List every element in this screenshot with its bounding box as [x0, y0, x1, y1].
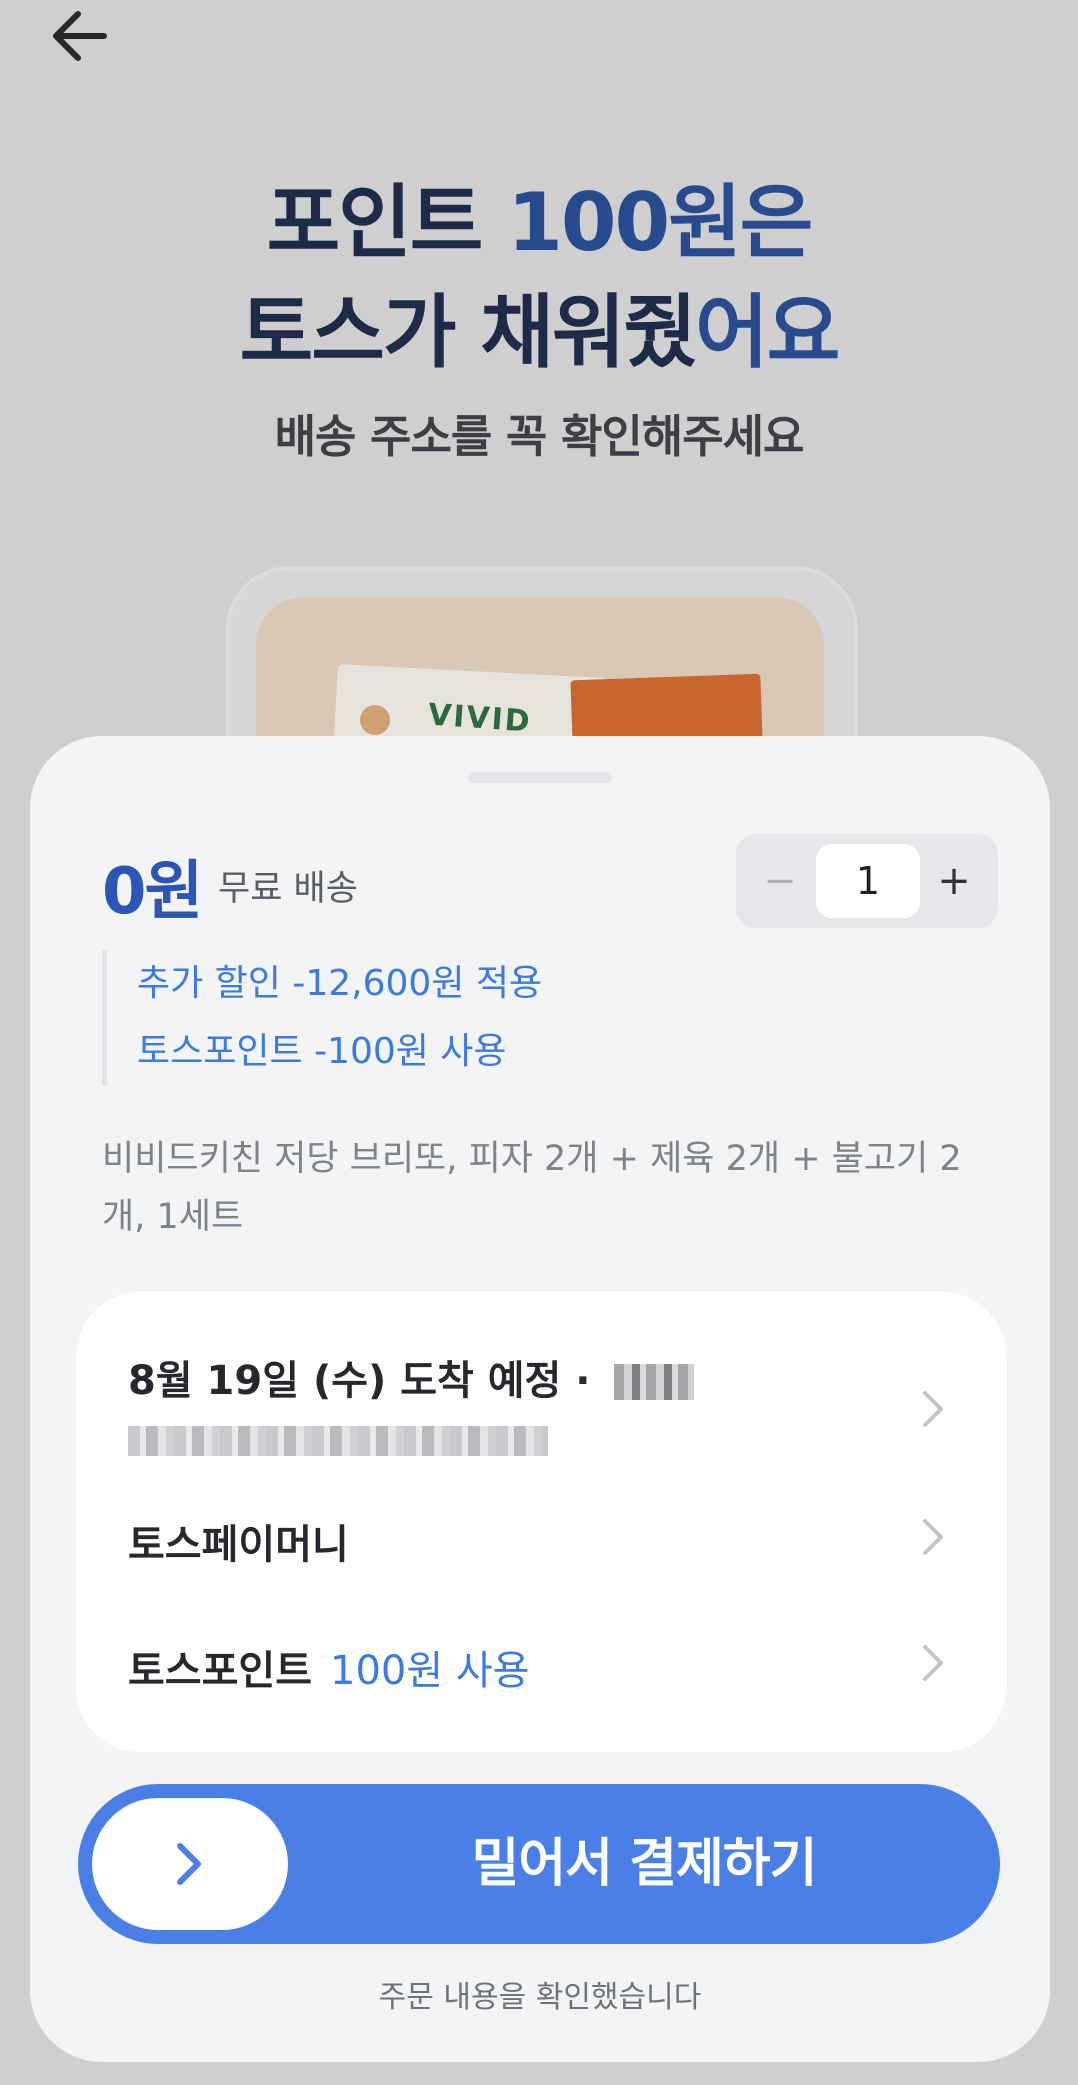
increase-quantity-button[interactable]: + — [914, 834, 994, 928]
quantity-stepper: − 1 + — [736, 834, 998, 928]
page-subtitle: 배송 주소를 꼭 확인해주세요 — [274, 410, 805, 463]
brand-logo-icon — [360, 705, 390, 735]
recipient-name-redacted — [614, 1364, 695, 1400]
discount-list: 추가 할인 -12,600원 적용 토스포인트 -100원 사용 — [102, 950, 542, 1086]
sheet-grabber-handle[interactable] — [468, 772, 612, 783]
decrease-quantity-button[interactable]: − — [740, 834, 820, 928]
shipping-label: 무료 배송 — [218, 869, 358, 909]
payment-method-row[interactable]: 토스페이머니 — [128, 1512, 966, 1570]
product-title: 비비드키친 저당 브리또, 피자 2개 + 제육 2개 + 불고기 2개, 1세… — [102, 1139, 962, 1237]
headline-line-2: 토스가 채워줬어요 — [239, 286, 841, 379]
points-row[interactable]: 토스포인트 100원 사용 — [128, 1638, 966, 1696]
checkout-bottom-sheet: 0원 무료 배송 − 1 + 추가 할인 -12,600원 적용 토스포인트 -… — [30, 736, 1050, 2062]
chevron-right-icon — [177, 1843, 201, 1885]
discount-item-points: 토스포인트 -100원 사용 — [102, 1018, 542, 1086]
page-title: 포인트 100원은 토스가 채워줬어요 — [0, 168, 1078, 388]
swipe-to-pay-slider[interactable]: 밀어서 결제하기 — [78, 1784, 1000, 1944]
points-value: 100원 사용 — [330, 1648, 530, 1694]
swipe-handle[interactable] — [92, 1798, 288, 1930]
order-confirm-note: 주문 내용을 확인했습니다 — [378, 1980, 702, 2015]
quantity-value: 1 — [816, 844, 920, 918]
delivery-date-label: 8월 19일 (수) 도착 예정 · — [128, 1358, 591, 1404]
delivery-info-row[interactable]: 8월 19일 (수) 도착 예정 · — [128, 1348, 966, 1456]
payment-method-label: 토스페이머니 — [128, 1522, 349, 1568]
total-price: 0원 — [102, 855, 203, 929]
product-package-text: VIVID — [426, 697, 533, 740]
order-info-card: 8월 19일 (수) 도착 예정 · 토스페이머니 토스포인트 100원 사용 — [76, 1292, 1006, 1752]
arrow-left-icon — [53, 11, 107, 61]
chevron-right-icon — [920, 1516, 946, 1558]
headline-accent: 100원은 — [507, 176, 813, 269]
discount-item-extra: 추가 할인 -12,600원 적용 — [102, 950, 542, 1018]
headline-accent-2: 어요 — [695, 286, 840, 379]
points-label: 토스포인트 — [128, 1648, 312, 1694]
chevron-right-icon — [920, 1642, 946, 1684]
headline-line-1: 포인트 100원은 — [266, 176, 814, 269]
delivery-address-redacted — [128, 1426, 548, 1456]
swipe-to-pay-label: 밀어서 결제하기 — [471, 1834, 818, 1894]
chevron-right-icon — [920, 1388, 946, 1430]
back-button[interactable] — [48, 4, 128, 76]
